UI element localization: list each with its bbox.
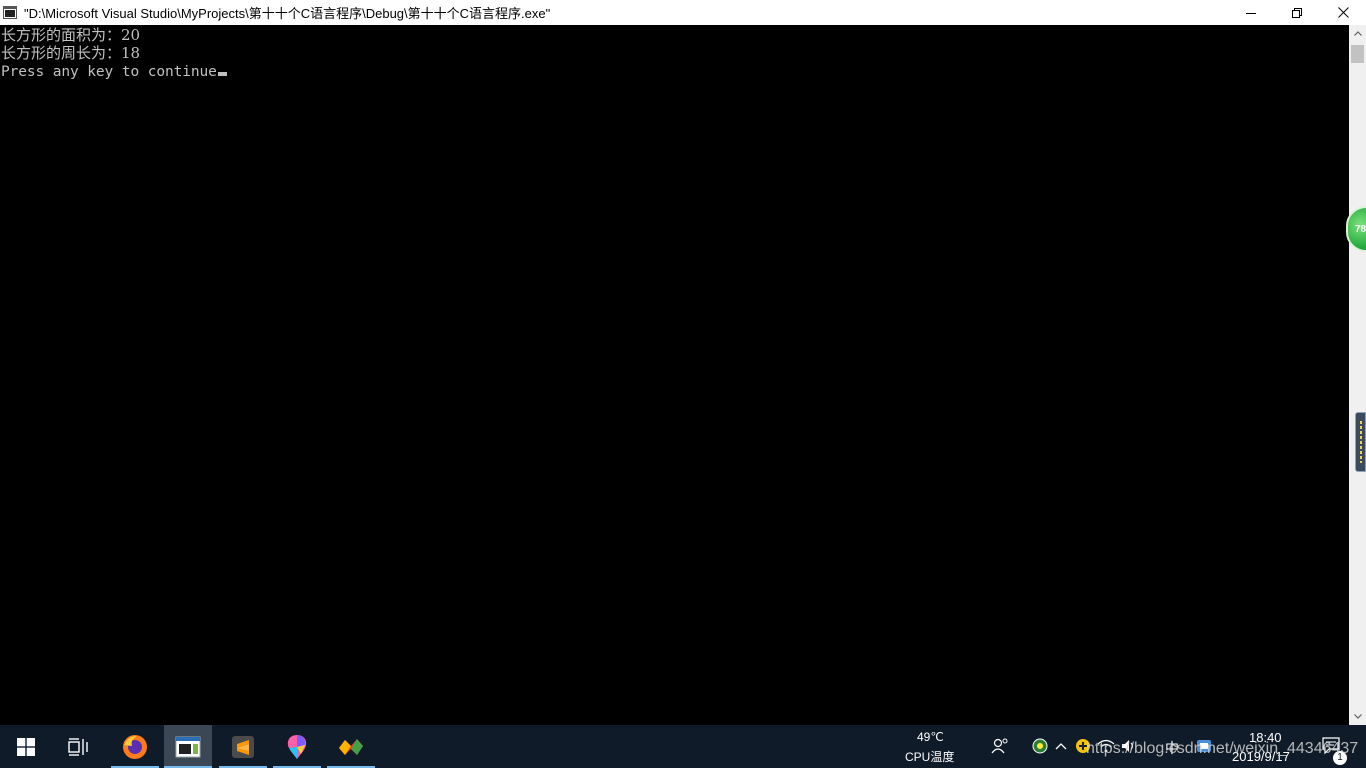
paint-balloon-icon [287, 734, 307, 759]
xmind-icon [339, 738, 363, 755]
taskbar-xmind-app[interactable] [327, 725, 375, 768]
scroll-thumb[interactable] [1351, 45, 1364, 63]
chevron-up-icon [1055, 743, 1067, 750]
windows-logo-icon [17, 737, 35, 756]
window-titlebar[interactable]: "D:\Microsoft Visual Studio\MyProjects\第… [0, 0, 1366, 25]
clock-date[interactable]: 2019/9/17 [1232, 749, 1290, 764]
people-icon [991, 738, 1008, 754]
cpu-temperature: 49℃ [917, 730, 944, 744]
plus-badge-icon [1076, 739, 1090, 753]
side-panel-handle[interactable] [1355, 412, 1366, 472]
console-line-prompt: Press any key to continue [1, 63, 227, 81]
tray-update-app[interactable] [1074, 737, 1092, 755]
chevron-down-icon [1353, 714, 1362, 719]
taskbar-sublime-text[interactable] [219, 725, 267, 768]
app-window-icon [1197, 740, 1211, 752]
minimize-icon [1246, 12, 1256, 14]
console-line-area: 长方形的面积为：20 [1, 26, 141, 44]
speaker-icon [1122, 740, 1134, 752]
close-button[interactable] [1320, 0, 1366, 25]
taskbar: 49℃ CPU温度 中 18:40 2019/9/17 1 [0, 725, 1366, 768]
tray-show-hidden[interactable] [1052, 737, 1070, 755]
floating-ball-value: 78 [1355, 223, 1366, 235]
tray-volume[interactable] [1120, 737, 1138, 755]
minimize-button[interactable] [1228, 0, 1274, 25]
window-controls [1228, 0, 1366, 25]
task-view-button[interactable] [56, 725, 102, 768]
console-line-perimeter: 长方形的周长为：18 [1, 44, 141, 62]
task-view-icon [68, 737, 88, 756]
scroll-up-button[interactable] [1349, 25, 1366, 42]
start-button[interactable] [0, 725, 52, 768]
restore-button[interactable] [1274, 0, 1320, 25]
tray-people[interactable] [991, 737, 1009, 755]
scroll-down-button[interactable] [1349, 708, 1366, 725]
sublime-text-icon [232, 735, 254, 758]
console-app-icon[interactable] [2, 5, 18, 21]
chevron-up-icon [1353, 31, 1362, 36]
notification-count-badge: 1 [1333, 751, 1347, 765]
window-title: "D:\Microsoft Visual Studio\MyProjects\第… [24, 6, 551, 21]
close-icon [1337, 7, 1349, 18]
tray-network[interactable] [1097, 737, 1115, 755]
firefox-icon [123, 734, 147, 759]
console-window-icon [175, 736, 201, 757]
clock-time[interactable]: 18:40 [1249, 730, 1282, 745]
prompt-text: Press any key to continue [1, 64, 217, 80]
shield-app-icon [1032, 738, 1048, 754]
tray-app-icon[interactable] [1195, 737, 1213, 755]
taskbar-firefox[interactable] [111, 725, 159, 768]
cpu-temperature-label: CPU温度 [905, 750, 955, 764]
restore-icon [1292, 7, 1302, 18]
vertical-scrollbar[interactable] [1349, 25, 1366, 725]
tray-security-app[interactable] [1031, 737, 1049, 755]
console-output[interactable]: 长方形的面积为：20 长方形的周长为：18 Press any key to c… [0, 25, 1349, 725]
wifi-icon [1097, 739, 1115, 753]
taskbar-paint-app[interactable] [273, 725, 321, 768]
text-cursor [217, 72, 227, 76]
ime-indicator[interactable]: 中 [1165, 738, 1179, 758]
taskbar-console-window[interactable] [164, 725, 212, 768]
